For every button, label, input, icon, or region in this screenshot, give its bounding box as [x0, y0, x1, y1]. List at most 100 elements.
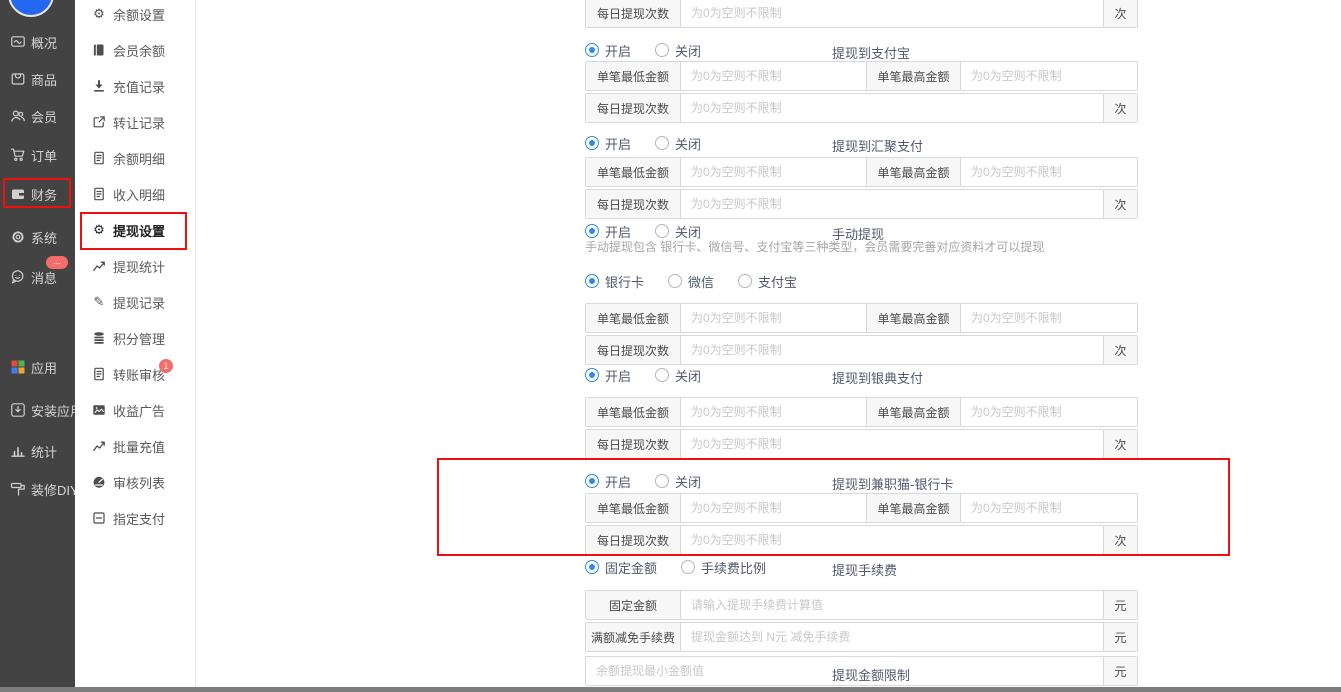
submenu-item-label: 会员余额 [113, 41, 165, 60]
amount-range-group: 单笔最低金额 单笔最高金额 [585, 157, 1138, 187]
radio-on[interactable] [585, 43, 599, 57]
fixed-fee-input[interactable] [681, 591, 1103, 619]
radio-alipay-label: 支付宝 [758, 272, 797, 291]
radio-fixed-amount[interactable] [585, 560, 599, 574]
messages-icon [10, 269, 26, 285]
sidebar-item-system[interactable]: 系统 [10, 227, 57, 247]
unit-times: 次 [1103, 190, 1137, 218]
sidebar-item-install-apps[interactable]: 安装应用 [10, 400, 83, 420]
min-amount-input[interactable] [681, 494, 866, 522]
submenu-item-revenue-ads[interactable]: 收益广告 [75, 392, 195, 428]
decorate-diy-icon [10, 481, 26, 497]
sidebar-item-finance[interactable]: 财务 [10, 184, 57, 204]
sidebar-item-members[interactable]: 会员 [10, 106, 57, 126]
submenu-item-designated-payment[interactable]: 指定支付 [75, 500, 195, 536]
radio-wechat-label: 微信 [688, 272, 714, 291]
radio-on[interactable] [585, 136, 599, 150]
submenu-item-balance-details[interactable]: 余额明细 [75, 140, 195, 176]
unit-times: 次 [1103, 430, 1137, 458]
withdraw-settings-form: 每日提现次数 次 提现到支付宝 开启 关闭 单笔最低金额 单笔最高金额 [196, 0, 1341, 692]
min-amount-input[interactable] [681, 398, 866, 426]
transfer-review-badge: 1 [159, 359, 173, 373]
min-amount-input[interactable] [681, 304, 866, 332]
sidebar-item-apps[interactable]: 应用 [10, 357, 57, 377]
radio-off[interactable] [655, 368, 669, 382]
sidebar-item-label: 统计 [31, 442, 57, 461]
submenu-item-transfer-review[interactable]: 转账审核 1 [75, 356, 195, 392]
submenu-item-recharge-records[interactable]: 充值记录 [75, 68, 195, 104]
min-amount-addon: 单笔最低金额 [586, 158, 681, 186]
sidebar-item-orders[interactable]: 订单 [10, 145, 57, 165]
submenu-item-member-balance[interactable]: 会员余额 [75, 32, 195, 68]
min-amount-addon: 单笔最低金额 [586, 304, 681, 332]
daily-count-input[interactable] [681, 190, 1103, 218]
radio-wechat[interactable] [668, 274, 682, 288]
radio-on[interactable] [585, 368, 599, 382]
max-amount-input[interactable] [961, 62, 1137, 90]
radio-off[interactable] [655, 43, 669, 57]
submenu-item-label: 充值记录 [113, 77, 165, 96]
gear-icon: ⚙ [92, 223, 106, 237]
submenu-item-label: 积分管理 [113, 329, 165, 348]
avatar[interactable] [8, 0, 54, 17]
book-icon [92, 43, 106, 57]
submenu-item-batch-recharge[interactable]: 批量充值 [75, 428, 195, 464]
section-label-alipay: 提现到支付宝 [832, 43, 970, 62]
fee-waive-input[interactable] [681, 623, 1103, 651]
horizontal-scrollbar[interactable] [0, 687, 1341, 692]
sidebar-item-label: 系统 [31, 228, 57, 247]
daily-count-input[interactable] [681, 430, 1103, 458]
section-manual: 手动提现 开启 关闭 手动提现包含 银行卡、微信号、支付宝等三种类型，会员需要完… [585, 223, 1341, 365]
unit-yuan: 元 [1103, 657, 1137, 685]
submenu-item-transfer-records[interactable]: 转让记录 [75, 104, 195, 140]
sidebar-item-stats[interactable]: 统计 [10, 441, 57, 461]
submenu-item-review-list[interactable]: 审核列表 [75, 464, 195, 500]
messages-badge: ... [46, 256, 68, 269]
amount-range-group: 单笔最低金额 单笔最高金额 [585, 493, 1138, 523]
radio-on-label: 开启 [605, 366, 631, 385]
radio-off[interactable] [655, 224, 669, 238]
daily-count-group: 每日提现次数 次 [585, 335, 1138, 365]
submenu-item-withdraw-records[interactable]: ✎ 提现记录 [75, 284, 195, 320]
daily-count-input[interactable] [681, 526, 1103, 554]
radio-off[interactable] [655, 136, 669, 150]
daily-count-input[interactable] [681, 0, 1103, 27]
radio-bankcard[interactable] [585, 274, 599, 288]
section-label-jianzhimao: 提现到兼职猫-银行卡 [832, 474, 970, 493]
submenu-item-label: 指定支付 [113, 509, 165, 528]
submenu-item-income-details[interactable]: 收入明细 [75, 176, 195, 212]
daily-count-addon: 每日提现次数 [586, 190, 681, 218]
max-amount-input[interactable] [961, 304, 1137, 332]
radio-off-label: 关闭 [675, 134, 701, 153]
sidebar-item-goods[interactable]: 商品 [10, 69, 57, 89]
radio-fee-ratio[interactable] [681, 560, 695, 574]
sidebar-item-decorate-diy[interactable]: 装修DIY [10, 479, 79, 499]
max-amount-input[interactable] [961, 158, 1137, 186]
submenu-item-balance-settings[interactable]: ⚙ 余额设置 [75, 0, 195, 32]
radio-alipay[interactable] [738, 274, 752, 288]
finance-icon [10, 186, 26, 202]
daily-count-group: 每日提现次数 次 [585, 0, 1138, 28]
apps-icon [10, 359, 26, 375]
radio-on-label: 开启 [605, 134, 631, 153]
max-amount-input[interactable] [961, 494, 1137, 522]
submenu-item-withdraw-stats[interactable]: 提现统计 [75, 248, 195, 284]
radio-on[interactable] [585, 474, 599, 488]
submenu-item-label: 批量充值 [113, 437, 165, 456]
submenu-item-points-management[interactable]: 积分管理 [75, 320, 195, 356]
admin-page: 概况 商品 会员 订单 财务 系统 [0, 0, 1341, 692]
document-icon [92, 151, 106, 165]
submenu-item-withdraw-settings[interactable]: ⚙ 提现设置 [75, 212, 195, 248]
min-amount-input[interactable] [681, 62, 866, 90]
daily-count-input[interactable] [681, 336, 1103, 364]
min-amount-input[interactable] [681, 158, 866, 186]
daily-count-input[interactable] [681, 94, 1103, 122]
submenu-item-label: 余额设置 [113, 5, 165, 24]
radio-on[interactable] [585, 224, 599, 238]
max-amount-input[interactable] [961, 398, 1137, 426]
max-amount-addon: 单笔最高金额 [866, 158, 961, 186]
sidebar-item-overview[interactable]: 概况 [10, 32, 57, 52]
sidebar-item-messages[interactable]: 消息 ... [10, 267, 57, 287]
submenu-item-label: 转账审核 [113, 365, 165, 384]
radio-off[interactable] [655, 474, 669, 488]
